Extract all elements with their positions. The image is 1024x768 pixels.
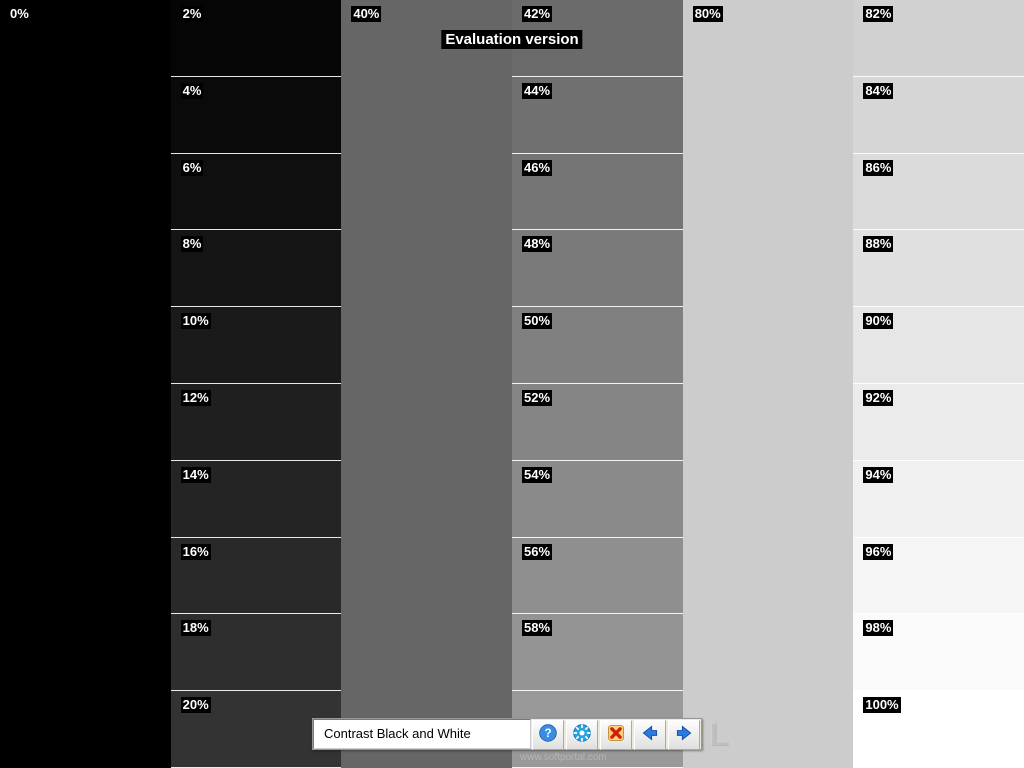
prev-button[interactable] — [634, 720, 666, 750]
gray-swatch: 0% — [0, 0, 171, 77]
gray-swatch: 50% — [512, 307, 683, 384]
gray-swatch: 2% — [171, 0, 342, 77]
evaluation-banner: Evaluation version — [441, 30, 582, 49]
gray-column-plain: 0% — [0, 0, 171, 768]
options-button[interactable] — [566, 720, 598, 750]
swatch-label: 4% — [181, 83, 204, 99]
control-toolbar: Contrast Black and White ? — [312, 718, 702, 750]
gray-swatch: 48% — [512, 230, 683, 307]
gray-swatch: 18% — [171, 614, 342, 691]
gray-swatch: 54% — [512, 461, 683, 538]
gray-swatch: 14% — [171, 461, 342, 538]
swatch-label: 8% — [181, 236, 204, 252]
prev-arrow-icon — [640, 723, 660, 748]
swatch-label: 94% — [863, 467, 893, 483]
gray-swatch: 90% — [853, 307, 1024, 384]
swatch-label: 58% — [522, 620, 552, 636]
gray-column-plain: 80% — [683, 0, 854, 768]
gray-swatch: 58% — [512, 614, 683, 691]
swatch-label: 80% — [693, 6, 723, 22]
swatch-label: 96% — [863, 544, 893, 560]
gray-swatch: 86% — [853, 154, 1024, 231]
help-button[interactable]: ? — [532, 720, 564, 750]
swatch-label: 20% — [181, 697, 211, 713]
swatch-label: 90% — [863, 313, 893, 329]
swatch-label: 16% — [181, 544, 211, 560]
swatch-label: 42% — [522, 6, 552, 22]
swatch-label: 100% — [863, 697, 900, 713]
gray-swatch: 88% — [853, 230, 1024, 307]
swatch-label: 40% — [351, 6, 381, 22]
swatch-label: 14% — [181, 467, 211, 483]
swatch-label: 44% — [522, 83, 552, 99]
gray-swatch: 80% — [683, 0, 854, 77]
gray-swatch: 4% — [171, 77, 342, 154]
swatch-label: 98% — [863, 620, 893, 636]
svg-text:?: ? — [544, 727, 551, 740]
swatch-label: 54% — [522, 467, 552, 483]
gray-swatch: 12% — [171, 384, 342, 461]
swatch-label: 92% — [863, 390, 893, 406]
options-icon — [572, 723, 592, 748]
gray-swatch: 92% — [853, 384, 1024, 461]
toolbar-caption: Contrast Black and White — [313, 719, 531, 749]
gray-swatch: 16% — [171, 538, 342, 615]
swatch-label: 56% — [522, 544, 552, 560]
gray-swatch: 52% — [512, 384, 683, 461]
swatch-label: 12% — [181, 390, 211, 406]
gray-swatch: 94% — [853, 461, 1024, 538]
gray-swatch: 8% — [171, 230, 342, 307]
gray-swatch: 82% — [853, 0, 1024, 77]
gray-column-ramp: 42% 44% 46% 48% 50% 52% 54% 56% 58% — [512, 0, 683, 768]
gray-column-plain: 40% — [341, 0, 512, 768]
next-arrow-icon — [674, 723, 694, 748]
gray-swatch: 56% — [512, 538, 683, 615]
gray-swatch: 98% — [853, 614, 1024, 691]
gray-swatch: 10% — [171, 307, 342, 384]
swatch-label: 46% — [522, 160, 552, 176]
swatch-label: 6% — [181, 160, 204, 176]
swatch-label: 84% — [863, 83, 893, 99]
help-icon: ? — [538, 723, 558, 748]
gray-column-ramp: 82% 84% 86% 88% 90% 92% 94% 96% 98% 100% — [853, 0, 1024, 768]
gray-swatch: 100% — [853, 691, 1024, 768]
close-button[interactable] — [600, 720, 632, 750]
swatch-label: 2% — [181, 6, 204, 22]
swatch-label: 0% — [10, 6, 29, 22]
gray-swatch: 84% — [853, 77, 1024, 154]
swatch-label: 50% — [522, 313, 552, 329]
swatch-label: 52% — [522, 390, 552, 406]
gray-swatch: 46% — [512, 154, 683, 231]
swatch-label: 82% — [863, 6, 893, 22]
swatch-label: 10% — [181, 313, 211, 329]
swatch-label: 18% — [181, 620, 211, 636]
gray-column-ramp: 2% 4% 6% 8% 10% 12% 14% 16% 18% 20% — [171, 0, 342, 768]
swatch-label: 48% — [522, 236, 552, 252]
swatch-label: 88% — [863, 236, 893, 252]
gray-swatch: 6% — [171, 154, 342, 231]
gray-swatch: 96% — [853, 538, 1024, 615]
gray-swatch: 44% — [512, 77, 683, 154]
next-button[interactable] — [668, 720, 700, 750]
close-icon — [606, 723, 626, 748]
swatch-label: 86% — [863, 160, 893, 176]
